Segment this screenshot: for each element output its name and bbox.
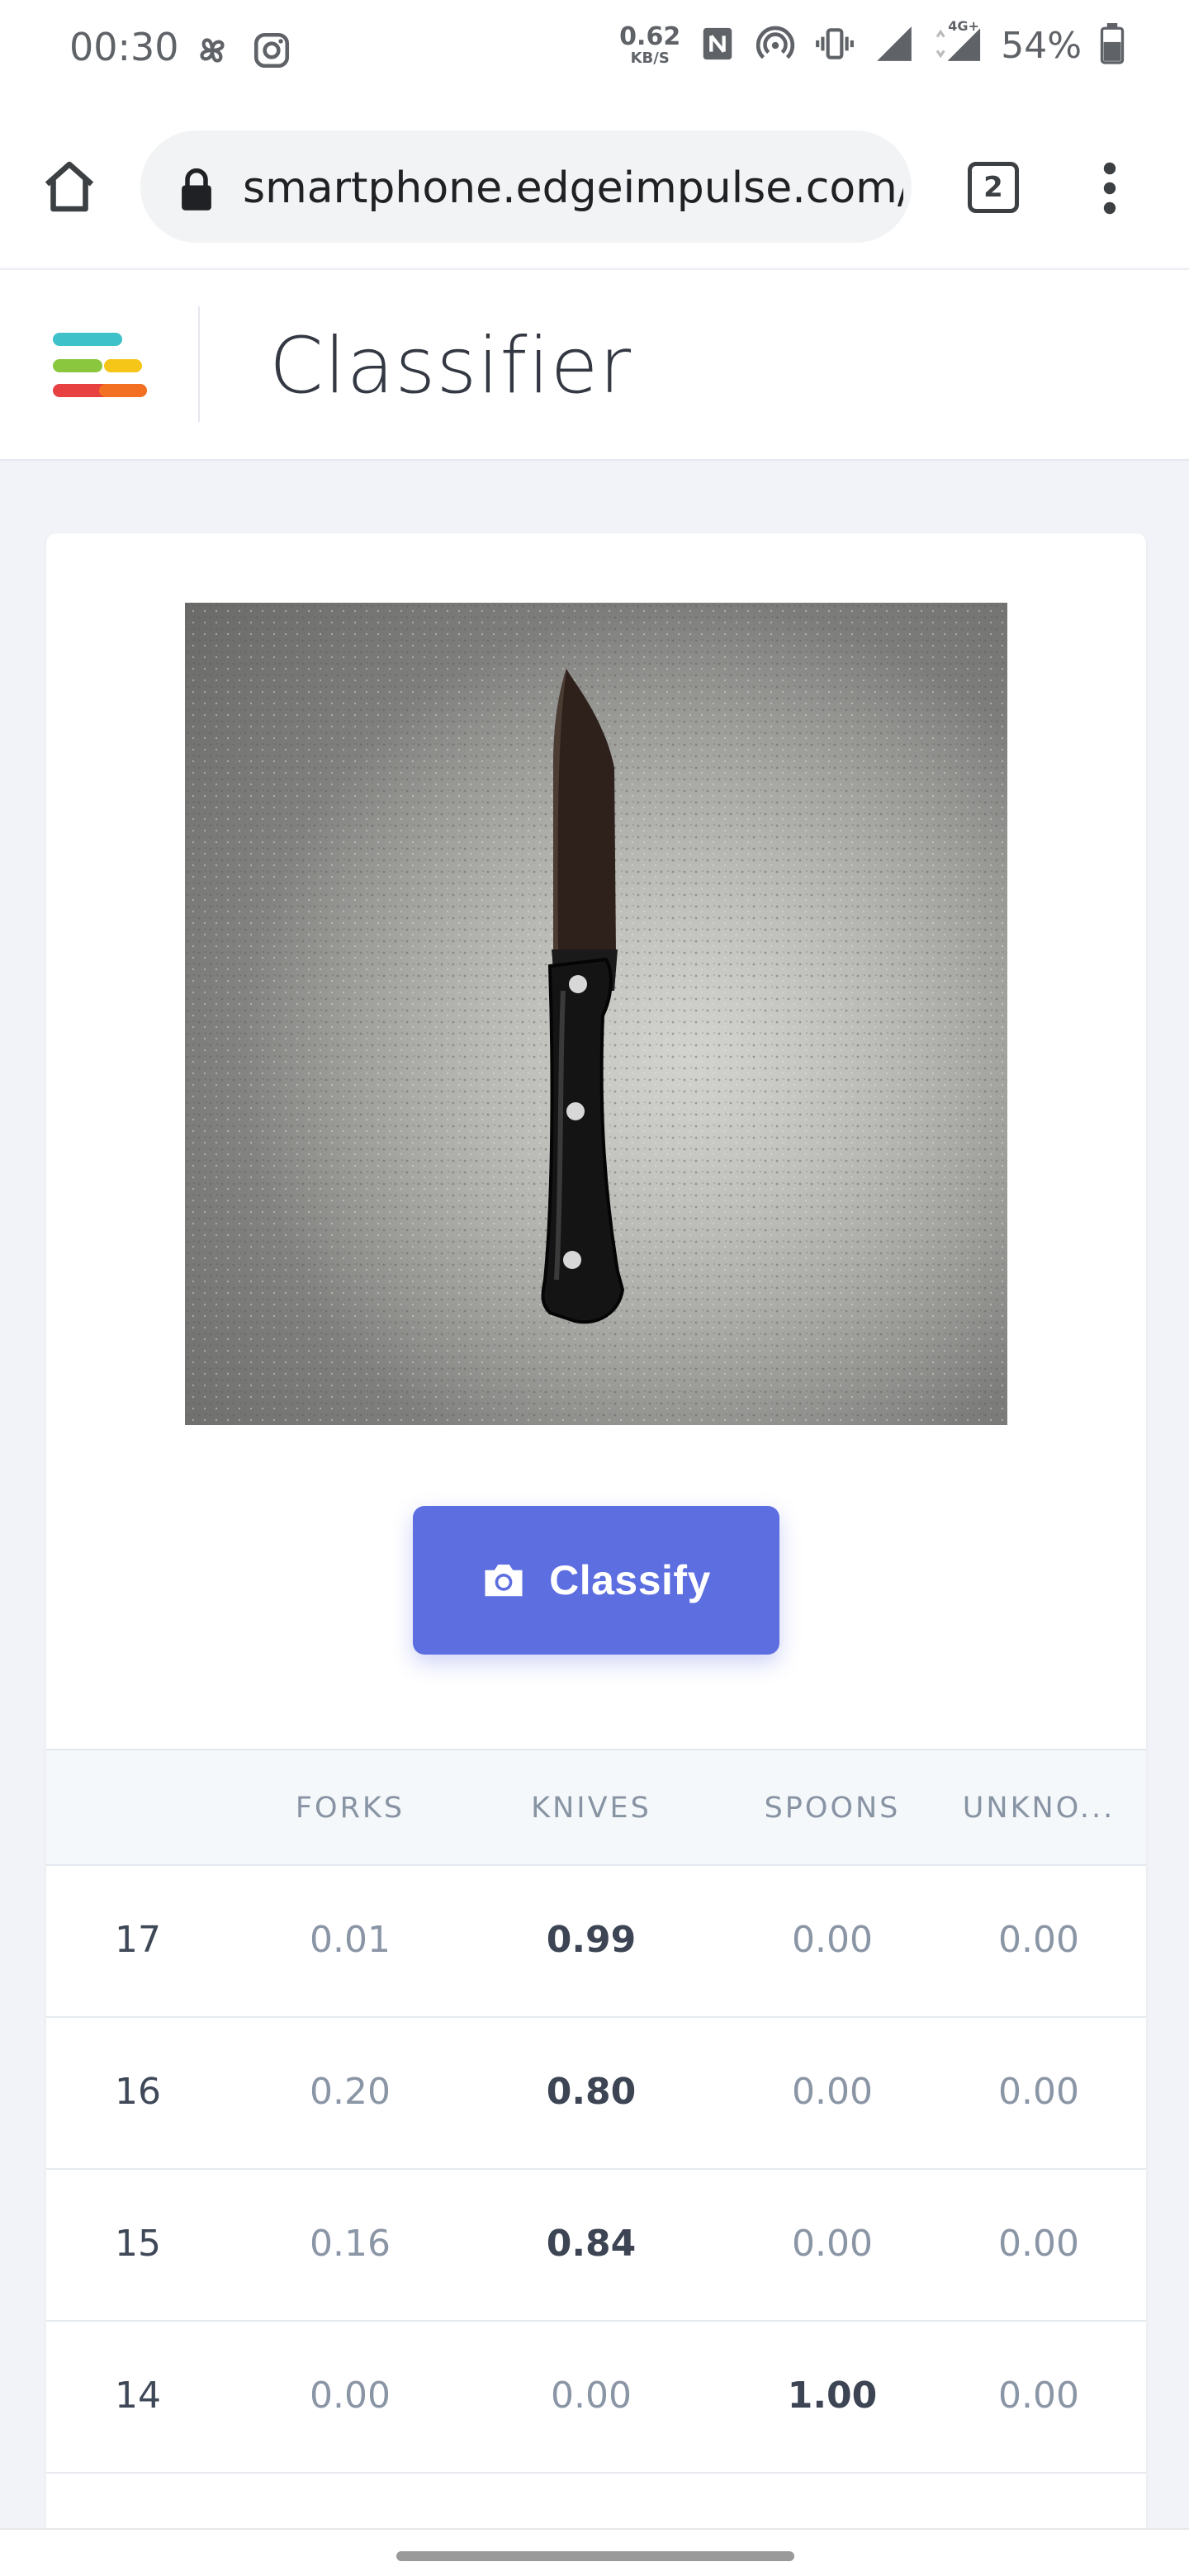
column-header-forks: FORKS [295, 1792, 405, 1825]
column-header-spoons: SPOONS [764, 1792, 901, 1825]
row-index: 16 [115, 2071, 161, 2113]
row-index: 17 [115, 1919, 161, 1961]
status-time: 00:30 [69, 25, 179, 69]
row-index: 15 [115, 2223, 161, 2265]
navigation-gesture-area [0, 2528, 1189, 2576]
table-row: 15 0.16 0.84 0.00 0.00 [46, 2170, 1146, 2322]
classify-label: Classify [549, 1557, 711, 1603]
notification-icons [192, 30, 292, 74]
cell-forks: 0.16 [310, 2223, 391, 2265]
status-right: 0.62 KB/S 4G+ 54% [619, 18, 1125, 68]
captured-photo [185, 603, 1007, 1425]
cell-unknown: 0.00 [998, 2071, 1079, 2113]
instagram-icon [251, 30, 292, 74]
nfc-icon [699, 23, 737, 68]
tab-switcher-button[interactable]: 2 [968, 162, 1019, 213]
vibrate-icon [814, 23, 855, 68]
network-type: 4G+ [948, 18, 979, 34]
edge-impulse-logo[interactable] [50, 328, 152, 404]
camera-icon [481, 1560, 526, 1601]
cell-unknown: 0.00 [998, 2375, 1079, 2417]
row-index: 14 [115, 2375, 161, 2417]
classifier-card: Classify FORKS KNIVES SPOONS UNKNO... 17… [46, 533, 1146, 2540]
table-row: 14 0.00 0.00 1.00 0.00 [46, 2322, 1146, 2474]
cell-spoons: 0.00 [792, 2071, 873, 2113]
column-header-knives: KNIVES [531, 1792, 651, 1825]
cell-spoons: 0.00 [792, 2223, 873, 2265]
network-speed-value: 0.62 [619, 22, 681, 51]
cell-knives: 0.00 [551, 2375, 632, 2417]
network-speed-unit: KB/S [630, 50, 670, 67]
cell-knives: 0.80 [546, 2071, 637, 2113]
column-header-unknown: UNKNO... [962, 1792, 1116, 1825]
signal-icon [874, 23, 915, 68]
lock-icon [178, 167, 218, 213]
signal-4g-icon: 4G+ [933, 18, 983, 68]
cell-forks: 0.00 [310, 2375, 391, 2417]
header-divider [198, 306, 200, 422]
results-table: FORKS KNIVES SPOONS UNKNO... 17 0.01 0.9… [46, 1749, 1146, 2540]
network-speed: 0.62 KB/S [619, 25, 680, 66]
cell-knives: 0.99 [546, 1919, 637, 1961]
more-menu-icon[interactable] [1095, 159, 1125, 218]
page-title: Classifier [269, 321, 632, 411]
cell-unknown: 0.00 [998, 2223, 1079, 2265]
table-row: 17 0.01 0.99 0.00 0.00 [46, 1866, 1146, 2018]
classify-button[interactable]: Classify [413, 1506, 779, 1655]
address-bar[interactable]: smartphone.edgeimpulse.com/ [140, 130, 912, 243]
hotspot-icon [755, 23, 796, 68]
cell-knives: 0.84 [546, 2223, 637, 2265]
battery-icon [1100, 23, 1125, 68]
table-row: 16 0.20 0.80 0.00 0.00 [46, 2018, 1146, 2170]
cell-unknown: 0.00 [998, 1919, 1079, 1961]
cell-spoons: 1.00 [787, 2375, 878, 2417]
status-bar: 00:30 0.62 KB/S 4G+ 54% [0, 0, 1189, 106]
browser-toolbar: smartphone.edgeimpulse.com/ 2 [0, 106, 1189, 268]
pinwheel-icon [192, 30, 233, 74]
cell-forks: 0.01 [310, 1919, 391, 1961]
cell-spoons: 0.00 [792, 1919, 873, 1961]
url-text[interactable]: smartphone.edgeimpulse.com/ [243, 163, 903, 213]
table-header: FORKS KNIVES SPOONS UNKNO... [46, 1749, 1146, 1866]
gesture-handle[interactable] [396, 2551, 794, 2561]
cell-forks: 0.20 [310, 2071, 391, 2113]
app-header: Classifier [0, 269, 1189, 461]
battery-percent: 54% [1001, 24, 1082, 67]
home-icon[interactable] [40, 157, 99, 216]
